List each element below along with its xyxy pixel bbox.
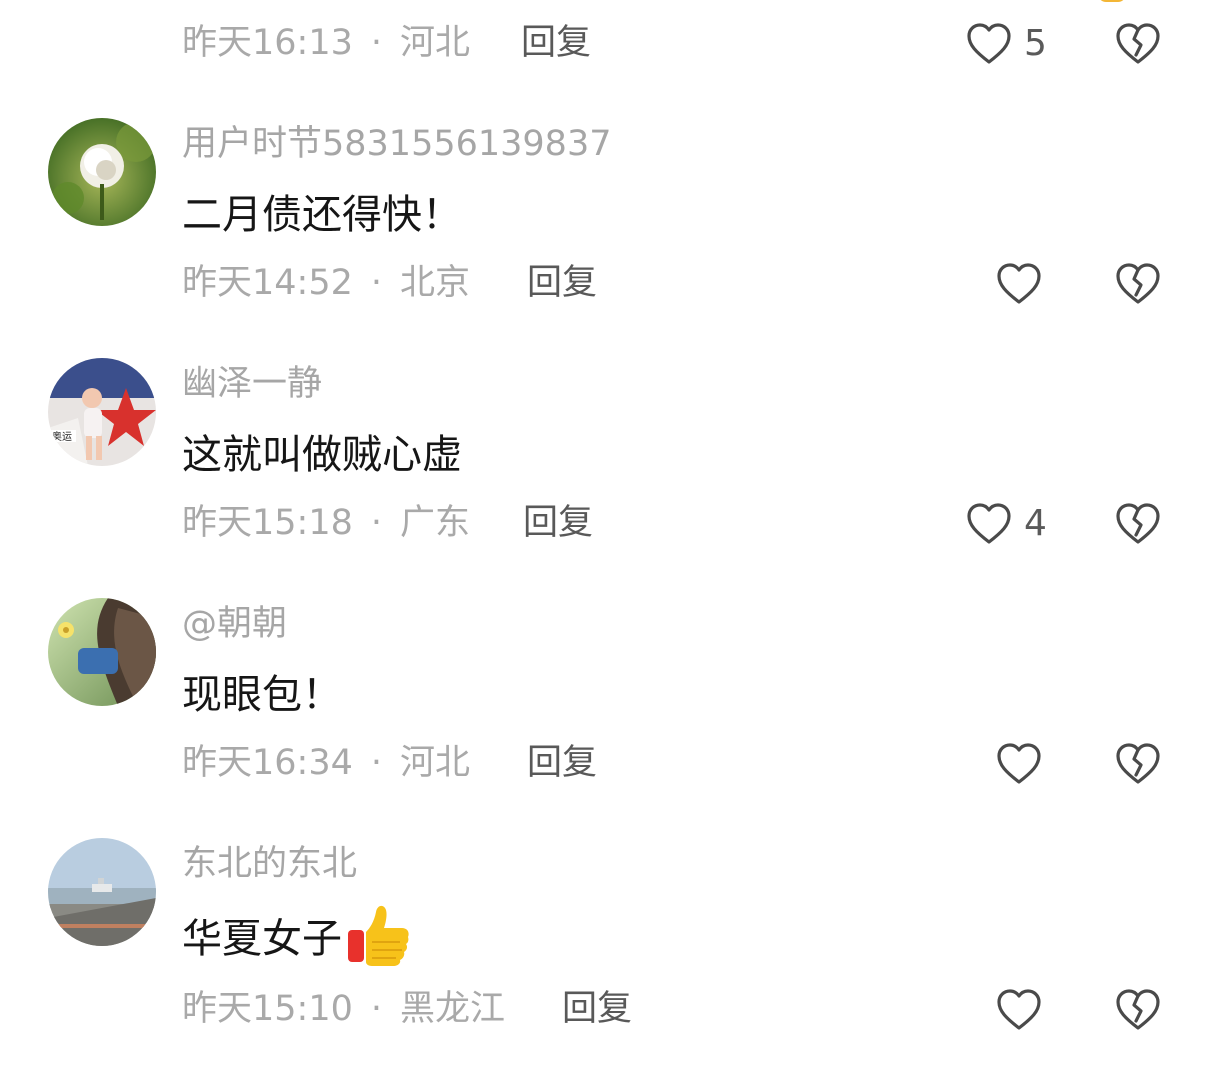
comment-username[interactable]: 东北的东北 <box>182 847 357 882</box>
comment-text: 二月债还得快！ <box>182 195 462 235</box>
comment-time: 昨天15:10 <box>182 989 353 1029</box>
reply-button[interactable]: 回复 <box>562 992 632 1027</box>
dislike-button[interactable] <box>1113 499 1163 549</box>
comment-time: 昨天16:34 <box>182 743 353 783</box>
comment-location: 黑龙江 <box>400 989 506 1029</box>
heart-outline-icon <box>997 263 1041 304</box>
comment-meta: 昨天14:52 · 北京 <box>182 266 470 301</box>
like-button[interactable]: 4 <box>964 499 1047 549</box>
comment-location: 河北 <box>400 23 471 63</box>
reply-button[interactable]: 回复 <box>523 506 593 541</box>
heart-outline-icon <box>997 989 1041 1030</box>
comment-time: 昨天15:18 <box>182 503 353 543</box>
comment-meta: 昨天15:10 · 黑龙江 <box>182 992 505 1027</box>
broken-heart-icon <box>1116 263 1160 304</box>
heart-outline-icon <box>967 503 1011 544</box>
like-button[interactable]: 5 <box>964 19 1047 69</box>
meta-separator: · <box>370 743 383 783</box>
comment-text: 华夏女子 <box>182 902 412 975</box>
comment-username[interactable]: 用户时节5831556139837 <box>182 127 612 162</box>
comment-time: 昨天16:13 <box>182 23 353 63</box>
meta-separator: · <box>370 503 383 543</box>
dislike-button[interactable] <box>1113 259 1163 309</box>
meta-separator: · <box>370 263 383 303</box>
avatar[interactable] <box>48 838 156 946</box>
reply-button[interactable]: 回复 <box>521 26 591 61</box>
comment-meta: 昨天16:13 · 河北 <box>182 26 470 61</box>
comment-text-value: 现眼包！ <box>182 672 342 718</box>
reaction-badge <box>1098 0 1126 2</box>
comment-username[interactable]: 幽泽一静 <box>182 367 322 402</box>
comment-item: 东北的东北 华夏女子 昨天15:10 · 黑龙江 回复 <box>0 830 1220 1066</box>
like-button[interactable] <box>994 259 1044 309</box>
like-button[interactable] <box>994 739 1044 789</box>
comment-meta: 昨天16:34 · 河北 <box>182 746 470 781</box>
reply-button[interactable]: 回复 <box>527 266 597 301</box>
dislike-button[interactable] <box>1113 985 1163 1035</box>
like-count: 5 <box>1024 23 1047 64</box>
comment-username[interactable]: @朝朝 <box>182 607 287 642</box>
comment-item: 昨天16:13 · 河北 回复 5 <box>0 0 1220 90</box>
heart-outline-icon <box>967 23 1011 64</box>
comment-text-value: 二月债还得快！ <box>182 192 462 238</box>
avatar[interactable]: 奥运 <box>48 358 156 466</box>
reply-button[interactable]: 回复 <box>527 746 597 781</box>
comment-text: 现眼包！ <box>182 675 342 715</box>
comment-location: 北京 <box>400 263 471 303</box>
comment-location: 河北 <box>400 743 471 783</box>
comment-text: 这就叫做贼心虚 <box>182 435 462 475</box>
comment-location: 广东 <box>400 503 471 543</box>
broken-heart-icon <box>1116 989 1160 1030</box>
comment-meta: 昨天15:18 · 广东 <box>182 506 470 541</box>
broken-heart-icon <box>1116 743 1160 784</box>
dislike-button[interactable] <box>1113 19 1163 69</box>
like-button[interactable] <box>994 985 1044 1035</box>
like-count: 4 <box>1024 503 1047 544</box>
broken-heart-icon <box>1116 503 1160 544</box>
meta-separator: · <box>370 989 383 1029</box>
heart-outline-icon <box>997 743 1041 784</box>
broken-heart-icon <box>1116 23 1160 64</box>
avatar[interactable] <box>48 598 156 706</box>
comment-time: 昨天14:52 <box>182 263 353 303</box>
svg-text:奥运: 奥运 <box>52 430 72 443</box>
comment-text-value: 这就叫做贼心虚 <box>182 432 462 478</box>
comment-item: @朝朝 现眼包！ 昨天16:34 · 河北 回复 <box>0 590 1220 810</box>
comment-item: 奥运 幽泽一静 这就叫做贼心虚 昨天15:18 · 广东 回复 4 <box>0 350 1220 570</box>
avatar[interactable] <box>48 118 156 226</box>
comment-item: 用户时节5831556139837 二月债还得快！ 昨天14:52 · 北京 回… <box>0 110 1220 330</box>
meta-separator: · <box>370 23 383 63</box>
thumbs-up-emoji-icon <box>346 902 412 975</box>
comment-text-value: 华夏女子 <box>182 915 342 962</box>
dislike-button[interactable] <box>1113 739 1163 789</box>
